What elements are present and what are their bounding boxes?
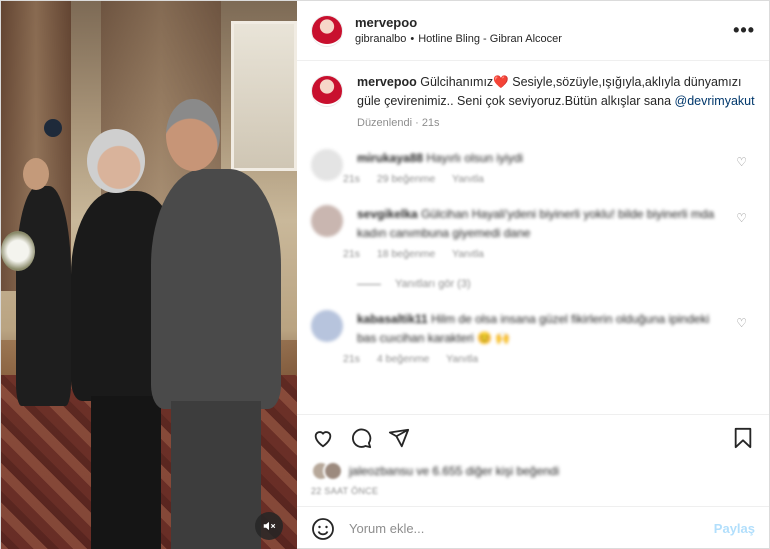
comment-like-icon[interactable]: ♡ [736, 155, 747, 169]
comment-emoji: 😊 🙌 [477, 330, 511, 345]
bookmark-icon [734, 427, 752, 448]
woman-legs [91, 396, 161, 549]
comment-like-icon[interactable]: ♡ [736, 211, 747, 225]
view-replies-label: Yanıtları gör (3) [395, 278, 471, 291]
reply-button[interactable]: Yanıtla [452, 248, 484, 260]
comment-time: 21s [343, 353, 360, 366]
man-legs [171, 401, 261, 549]
post-header: mervepoo gibranalbo • Hotline Bling - Gibr… [297, 1, 769, 61]
mute-button[interactable] [255, 512, 283, 540]
mention-link[interactable]: @devrimyakut [675, 94, 755, 108]
comment-input[interactable]: Yorum ekle... [349, 521, 714, 536]
heart-emoji: ❤️ [493, 75, 509, 89]
caption: mervepoo Gülcihanımız❤️ Sesiyle,sözüyle,… [311, 73, 755, 129]
post-time: 22 SAAT ÖNCE [311, 486, 379, 496]
comment-meta: 21s 18 beğenme Yanıtla [343, 248, 727, 260]
comment-likes[interactable]: 29 beğenme [377, 173, 435, 185]
comment-time: 21s [343, 173, 360, 186]
caption-username[interactable]: mervepoo [357, 75, 417, 89]
heart-icon [314, 430, 332, 447]
comment-username[interactable]: mirukaya88 [357, 151, 423, 165]
comment-text: sevgikelka Gülcihan Hayali'ydeni biyiner… [357, 205, 727, 242]
audio-line: gibranalbo • Hotline Bling - Gibran Alcoce… [355, 32, 562, 46]
bouquet [1, 231, 35, 271]
comment-like-icon[interactable]: ♡ [736, 316, 747, 330]
comment-text: mirukaya88 Hayırlı olsun iyiydi [357, 149, 523, 168]
username-link[interactable]: mervepoo [355, 15, 562, 32]
replies-line [357, 283, 381, 285]
audio-user-link[interactable]: gibranalbo [355, 33, 406, 45]
comment-body: Hayırlı olsun iyiydi [426, 150, 524, 165]
bg-person [16, 186, 71, 406]
caption-avatar[interactable] [311, 75, 343, 107]
likes-text[interactable]: jaleozbansu ve 6.655 diğer kişi beğendi [349, 464, 559, 478]
liker-avatar [323, 461, 343, 481]
comments-section[interactable]: mervepoo Gülcihanımız❤️ Sesiyle,sözüyle,… [297, 61, 769, 414]
comment-likes[interactable]: 4 beğenme [377, 353, 430, 365]
share-button[interactable] [387, 426, 411, 450]
post-comment-button[interactable]: Paylaş [714, 521, 755, 536]
window [231, 21, 297, 171]
woman-head [87, 129, 145, 193]
reply-button[interactable]: Yanıtla [452, 173, 484, 185]
man-head [166, 99, 220, 171]
comment-item: kabasaltik11 Hilm de olsa insana güzel f… [311, 310, 755, 365]
comment-avatar[interactable] [311, 148, 343, 181]
audio-track-link[interactable]: Hotline Bling - Gibran Alcocer [418, 33, 562, 45]
comment-avatar[interactable] [311, 205, 343, 238]
header-text: mervepoo gibranalbo • Hotline Bling - Gibr… [355, 15, 562, 46]
comment-username[interactable]: sevgikelka [357, 207, 418, 221]
instagram-post: mervepoo gibranalbo • Hotline Bling - Gibr… [0, 0, 770, 549]
dot-separator: • [410, 32, 415, 45]
post-details: mervepoo gibranalbo • Hotline Bling - Gibr… [297, 1, 769, 549]
comment-avatar[interactable] [311, 310, 343, 343]
send-icon [388, 428, 410, 447]
comment-meta: 21s 29 beğenme Yanıtla [343, 173, 523, 185]
post-media[interactable] [1, 1, 297, 549]
avatar[interactable] [311, 14, 343, 47]
comment-likes[interactable]: 18 beğenme [377, 248, 435, 260]
like-button[interactable] [311, 426, 335, 450]
comment-text: kabasaltik11 Hilm de olsa insana güzel f… [357, 310, 727, 347]
reply-button[interactable]: Yanıtla [446, 353, 478, 365]
comment-item: sevgikelka Gülcihan Hayali'ydeni biyiner… [311, 205, 755, 260]
comment-icon [352, 428, 372, 448]
comment-button[interactable] [349, 426, 373, 450]
man-figure [151, 169, 281, 409]
comment-meta: 21s 4 beğenme Yanıtla [343, 353, 727, 365]
action-bar [297, 414, 769, 460]
save-button[interactable] [731, 426, 755, 450]
more-options-button[interactable]: ••• [733, 20, 755, 41]
add-comment-bar: Yorum ekle... Paylaş [297, 506, 769, 549]
likes-row[interactable]: jaleozbansu ve 6.655 diğer kişi beğendi [297, 460, 769, 482]
wall-plate [44, 119, 62, 137]
view-replies-button[interactable]: Yanıtları gör (3) [357, 278, 755, 290]
caption-text-part1: Gülcihanımız [420, 75, 494, 89]
smiley-icon[interactable] [311, 517, 335, 541]
caption-text: mervepoo Gülcihanımız❤️ Sesiyle,sözüyle,… [357, 73, 755, 111]
bg-person-head [23, 158, 49, 190]
caption-edited-meta: Düzenlendi · 21s [357, 116, 440, 129]
speaker-muted-icon [263, 521, 276, 531]
comment-time: 21s [343, 248, 360, 261]
comment-username[interactable]: kabasaltik11 [357, 312, 428, 326]
comment-item: mirukaya88 Hayırlı olsun iyiydi 21s 29 b… [311, 148, 755, 185]
